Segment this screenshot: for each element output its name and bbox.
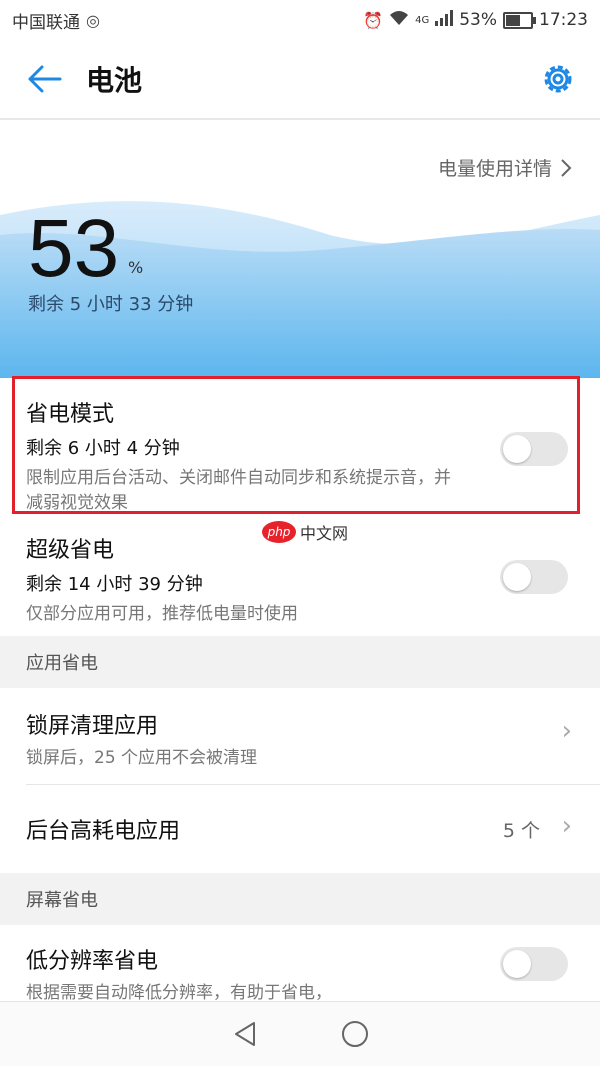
signal-icon — [435, 10, 454, 30]
remaining-time: 剩余 5 小时 33 分钟 — [28, 294, 194, 315]
network-type: 4G — [415, 14, 430, 26]
toggle-knob — [503, 950, 531, 978]
battery-icon — [503, 11, 536, 29]
low-resolution-toggle[interactable] — [500, 947, 568, 981]
settings-button[interactable] — [536, 57, 580, 101]
power-saving-toggle[interactable] — [500, 432, 568, 466]
app-bar: 电池 — [0, 40, 600, 120]
lock-screen-cleanup-title: 锁屏清理应用 — [26, 714, 159, 739]
power-saving-description: 限制应用后台活动、关闭邮件自动同步和系统提示音，并减弱视觉效果 — [26, 468, 451, 513]
nav-back-button[interactable] — [225, 1014, 265, 1054]
nav-home-button[interactable] — [335, 1014, 375, 1054]
hd-call-icon: ◎ — [86, 10, 100, 30]
power-saving-title: 省电模式 — [26, 402, 115, 427]
section-header-app-saving: 应用省电 — [0, 636, 600, 688]
ultra-saving-remaining: 剩余 14 小时 39 分钟 — [26, 574, 203, 595]
circle-home-icon — [342, 1021, 368, 1047]
alarm-icon: ⏰ — [363, 10, 384, 30]
low-resolution-title: 低分辨率省电 — [26, 949, 159, 974]
chevron-right-icon: › — [561, 811, 572, 841]
ultra-saving-description: 仅部分应用可用，推荐低电量时使用 — [26, 604, 298, 624]
battery-percent: 53% — [459, 10, 497, 30]
high-power-apps-row[interactable]: 后台高耗电应用 5 个 › — [0, 785, 600, 873]
ultra-saving-toggle[interactable] — [500, 560, 568, 594]
carrier-label: 中国联通 — [12, 12, 80, 33]
high-power-apps-title: 后台高耗电应用 — [26, 819, 181, 844]
usage-details-link[interactable]: 电量使用详情 — [438, 154, 572, 181]
chevron-right-icon — [561, 158, 572, 177]
status-bar: 中国联通 ◎ ⏰ 4G 53% 17:23 — [0, 0, 600, 40]
back-button[interactable] — [20, 54, 70, 104]
chevron-right-icon: › — [561, 716, 572, 746]
percent-sign: % — [128, 258, 144, 277]
section-header-screen-saving: 屏幕省电 — [0, 873, 600, 925]
clock: 17:23 — [539, 10, 588, 30]
power-saving-remaining: 剩余 6 小时 4 分钟 — [26, 438, 180, 459]
battery-summary: 电量使用详情 53 % 剩余 5 小时 33 分钟 — [0, 120, 600, 378]
toggle-knob — [503, 435, 531, 463]
triangle-back-icon — [235, 1022, 255, 1046]
arrow-left-icon — [28, 65, 62, 93]
toggle-knob — [503, 563, 531, 591]
watermark-text: 中文网 — [300, 524, 349, 543]
power-saving-mode-row[interactable]: 省电模式 剩余 6 小时 4 分钟 限制应用后台活动、关闭邮件自动同步和系统提示… — [0, 378, 600, 520]
navigation-bar — [0, 1001, 600, 1066]
gear-icon — [544, 65, 572, 93]
lock-screen-cleanup-row[interactable]: 锁屏清理应用 锁屏后，25 个应用不会被清理 › — [0, 688, 600, 784]
high-power-apps-count: 5 个 — [502, 819, 540, 842]
watermark: php 中文网 — [262, 520, 348, 544]
page-title: 电池 — [86, 64, 143, 97]
lock-screen-cleanup-subtitle: 锁屏后，25 个应用不会被清理 — [26, 748, 258, 768]
wifi-icon — [389, 10, 409, 30]
watermark-badge: php — [262, 521, 296, 543]
usage-details-label: 电量使用详情 — [437, 158, 552, 180]
battery-level: 53 — [28, 203, 120, 294]
